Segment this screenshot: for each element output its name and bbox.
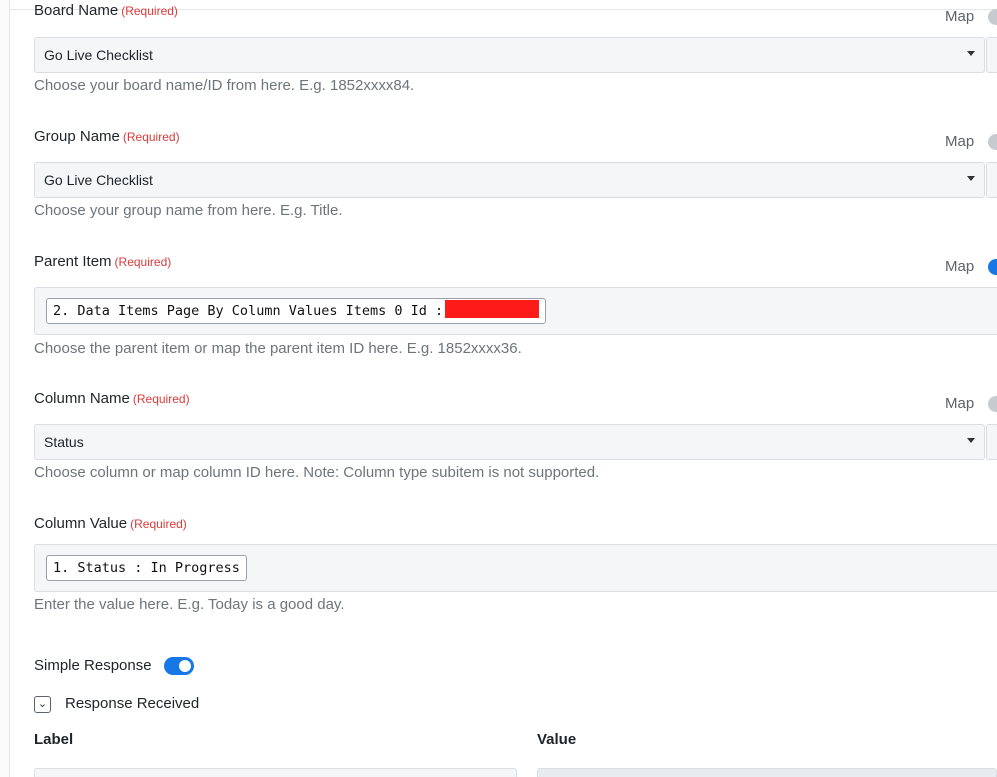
parent-item-map-toggle[interactable] [988, 259, 997, 275]
left-panel-edge [0, 0, 10, 777]
simple-response-toggle[interactable] [164, 657, 194, 675]
group-name-select-value: Go Live Checklist [44, 172, 153, 188]
board-name-help-text: Choose your board name/ID from here. E.g… [34, 77, 415, 94]
column-name-select[interactable]: Status [34, 424, 985, 460]
value-input[interactable] [537, 768, 997, 777]
group-name-side-button[interactable] [986, 162, 997, 198]
group-name-label: Group Name (Required) [34, 128, 180, 145]
column-value-mapped-pill[interactable]: 1. Status : In Progress [46, 555, 247, 581]
group-name-map-label: Map [945, 133, 975, 150]
required-marker: (Required) [130, 517, 187, 531]
caret-down-icon [967, 438, 975, 443]
board-name-select[interactable]: Go Live Checklist [34, 37, 985, 73]
toggle-knob [179, 660, 191, 672]
parent-item-label-text: Parent Item [34, 253, 112, 270]
column-name-label-text: Column Name [34, 390, 130, 407]
redacted-block [445, 300, 540, 318]
caret-down-icon [967, 51, 975, 56]
parent-item-pill-text: 2. Data Items Page By Column Values Item… [53, 303, 444, 319]
required-marker: (Required) [132, 392, 190, 406]
parent-item-help-text: Choose the parent item or map the parent… [34, 340, 522, 357]
board-name-map-label: Map [945, 8, 975, 25]
label-column-header: Label [34, 731, 74, 748]
group-name-map-toggle[interactable] [988, 134, 997, 150]
board-name-label: Board Name (Required) [34, 2, 178, 19]
column-name-label: Column Name (Required) [34, 390, 190, 407]
caret-down-icon [967, 176, 975, 181]
label-input[interactable] [34, 768, 517, 777]
group-name-select[interactable]: Go Live Checklist [34, 162, 985, 198]
required-marker: (Required) [122, 130, 180, 144]
column-name-select-value: Status [44, 434, 84, 450]
parent-item-label: Parent Item (Required) [34, 253, 171, 270]
response-received-label[interactable]: Response Received [65, 695, 199, 712]
required-marker: (Required) [114, 255, 172, 269]
parent-item-mapped-pill[interactable]: 2. Data Items Page By Column Values Item… [46, 298, 547, 324]
column-value-label: Column Value (Required) [34, 515, 187, 532]
column-value-help-text: Enter the value here. E.g. Today is a go… [34, 596, 345, 613]
parent-item-mapped-input[interactable]: 2. Data Items Page By Column Values Item… [34, 287, 997, 335]
column-value-mapped-input[interactable]: 1. Status : In Progress [34, 544, 997, 592]
board-name-map-toggle[interactable] [988, 9, 997, 25]
column-name-map-label: Map [945, 395, 975, 412]
column-name-help-text: Choose column or map column ID here. Not… [34, 464, 600, 481]
required-marker: (Required) [121, 4, 178, 18]
group-name-label-text: Group Name [34, 128, 120, 145]
board-name-label-text: Board Name [34, 2, 119, 19]
group-name-help-text: Choose your group name from here. E.g. T… [34, 202, 343, 219]
board-name-select-value: Go Live Checklist [44, 47, 153, 63]
board-name-side-button[interactable] [986, 37, 997, 73]
simple-response-label: Simple Response [34, 657, 152, 674]
parent-item-map-label: Map [945, 258, 975, 275]
value-column-header: Value [537, 731, 577, 748]
column-name-map-toggle[interactable] [988, 396, 997, 412]
column-name-side-button[interactable] [986, 424, 997, 460]
chevron-down-icon[interactable]: ⌄ [34, 696, 51, 713]
column-value-label-text: Column Value [34, 515, 128, 532]
